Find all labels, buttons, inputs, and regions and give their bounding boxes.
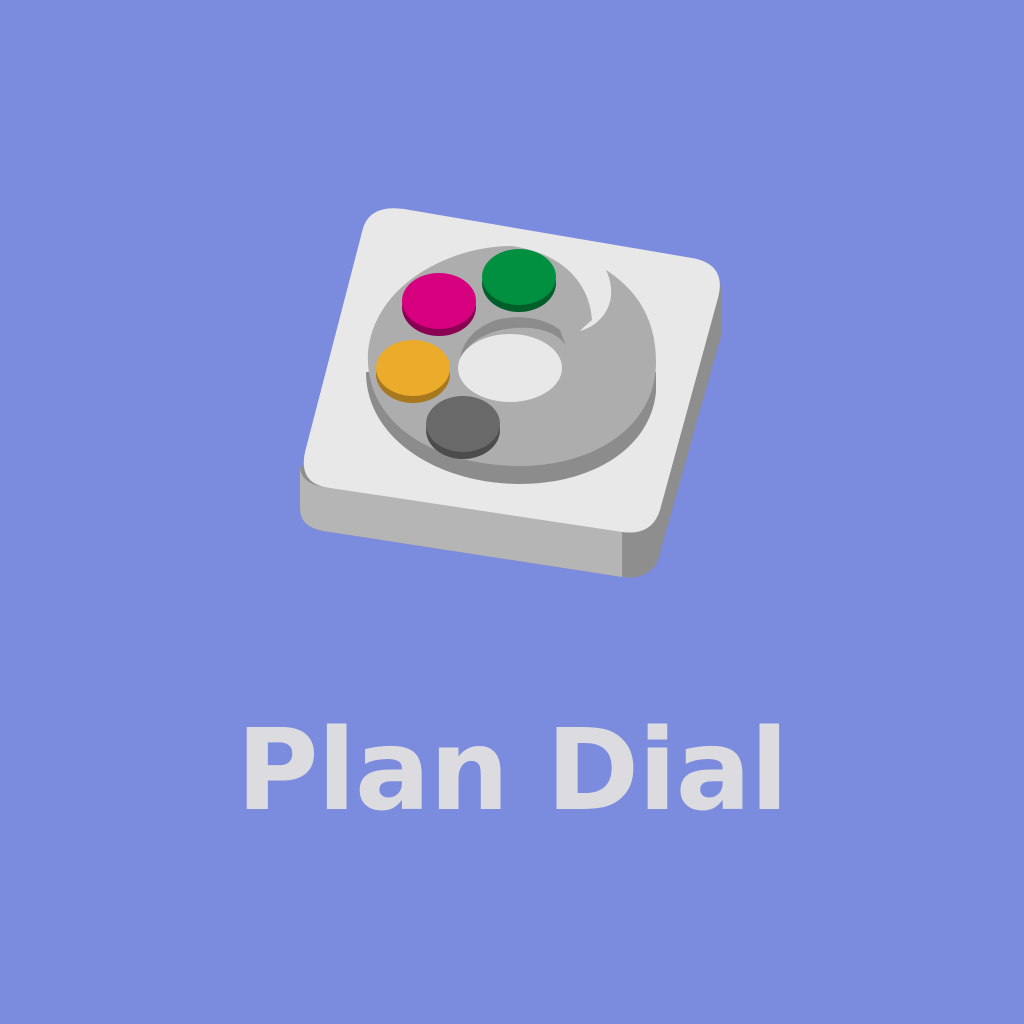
yellow-swatch <box>376 340 450 403</box>
green-swatch <box>482 249 556 312</box>
app-title: Plan Dial <box>236 706 788 836</box>
gray-swatch <box>426 396 500 459</box>
app-icon[interactable] <box>0 0 1024 1024</box>
magenta-swatch <box>402 273 476 336</box>
